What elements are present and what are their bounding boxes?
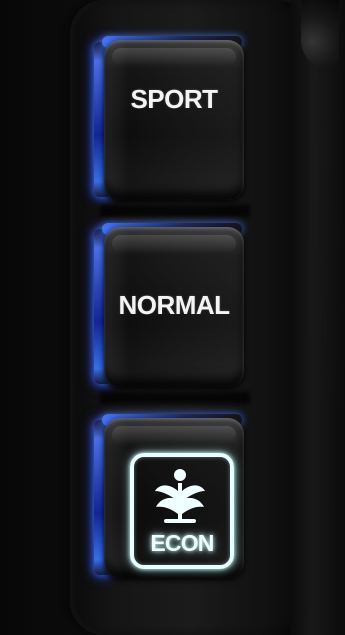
econ-button-group[interactable]: ECON	[94, 414, 254, 584]
sport-button-group[interactable]: SPORT	[94, 36, 254, 206]
econ-badge: ECON	[130, 453, 234, 569]
sport-button-label: SPORT	[130, 84, 218, 114]
leaf-sprout-icon	[155, 469, 205, 523]
econ-button-label: ECON	[150, 530, 214, 556]
normal-button-group[interactable]: NORMAL	[94, 223, 254, 393]
mode-switch-panel: SPORT NORMAL ECON	[0, 0, 345, 635]
sport-button[interactable]: SPORT	[104, 40, 244, 200]
normal-button[interactable]: NORMAL	[104, 227, 244, 387]
button-gap-shadow-2	[100, 392, 250, 404]
right-rim	[290, 0, 345, 635]
button-gap-shadow	[100, 205, 250, 217]
normal-button-label: NORMAL	[118, 290, 230, 320]
econ-button[interactable]: ECON	[104, 418, 244, 578]
